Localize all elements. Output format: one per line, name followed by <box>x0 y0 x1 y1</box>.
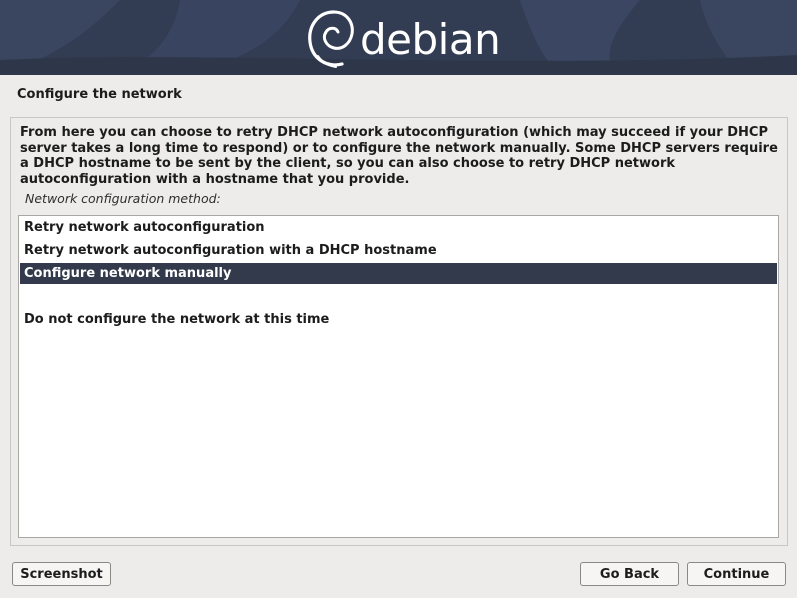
page-title: Configure the network <box>17 87 182 102</box>
screenshot-button[interactable]: Screenshot <box>12 562 111 586</box>
debian-wordmark: debian <box>360 14 501 64</box>
description-text: From here you can choose to retry DHCP n… <box>20 125 778 187</box>
option-blank-separator[interactable] <box>20 286 777 307</box>
option-retry-autoconfig-dhcp-hostname[interactable]: Retry network autoconfiguration with a D… <box>20 240 777 261</box>
question-label: Network configuration method: <box>25 191 221 206</box>
debian-banner: debian <box>0 0 797 75</box>
network-method-list[interactable]: Retry network autoconfiguration Retry ne… <box>18 215 779 538</box>
option-configure-manually[interactable]: Configure network manually <box>20 263 777 284</box>
option-do-not-configure[interactable]: Do not configure the network at this tim… <box>20 309 777 330</box>
debian-logo: debian <box>304 6 501 70</box>
debian-swirl-icon <box>308 10 354 68</box>
option-retry-autoconfig[interactable]: Retry network autoconfiguration <box>20 217 777 238</box>
continue-button[interactable]: Continue <box>687 562 786 586</box>
go-back-button[interactable]: Go Back <box>580 562 679 586</box>
